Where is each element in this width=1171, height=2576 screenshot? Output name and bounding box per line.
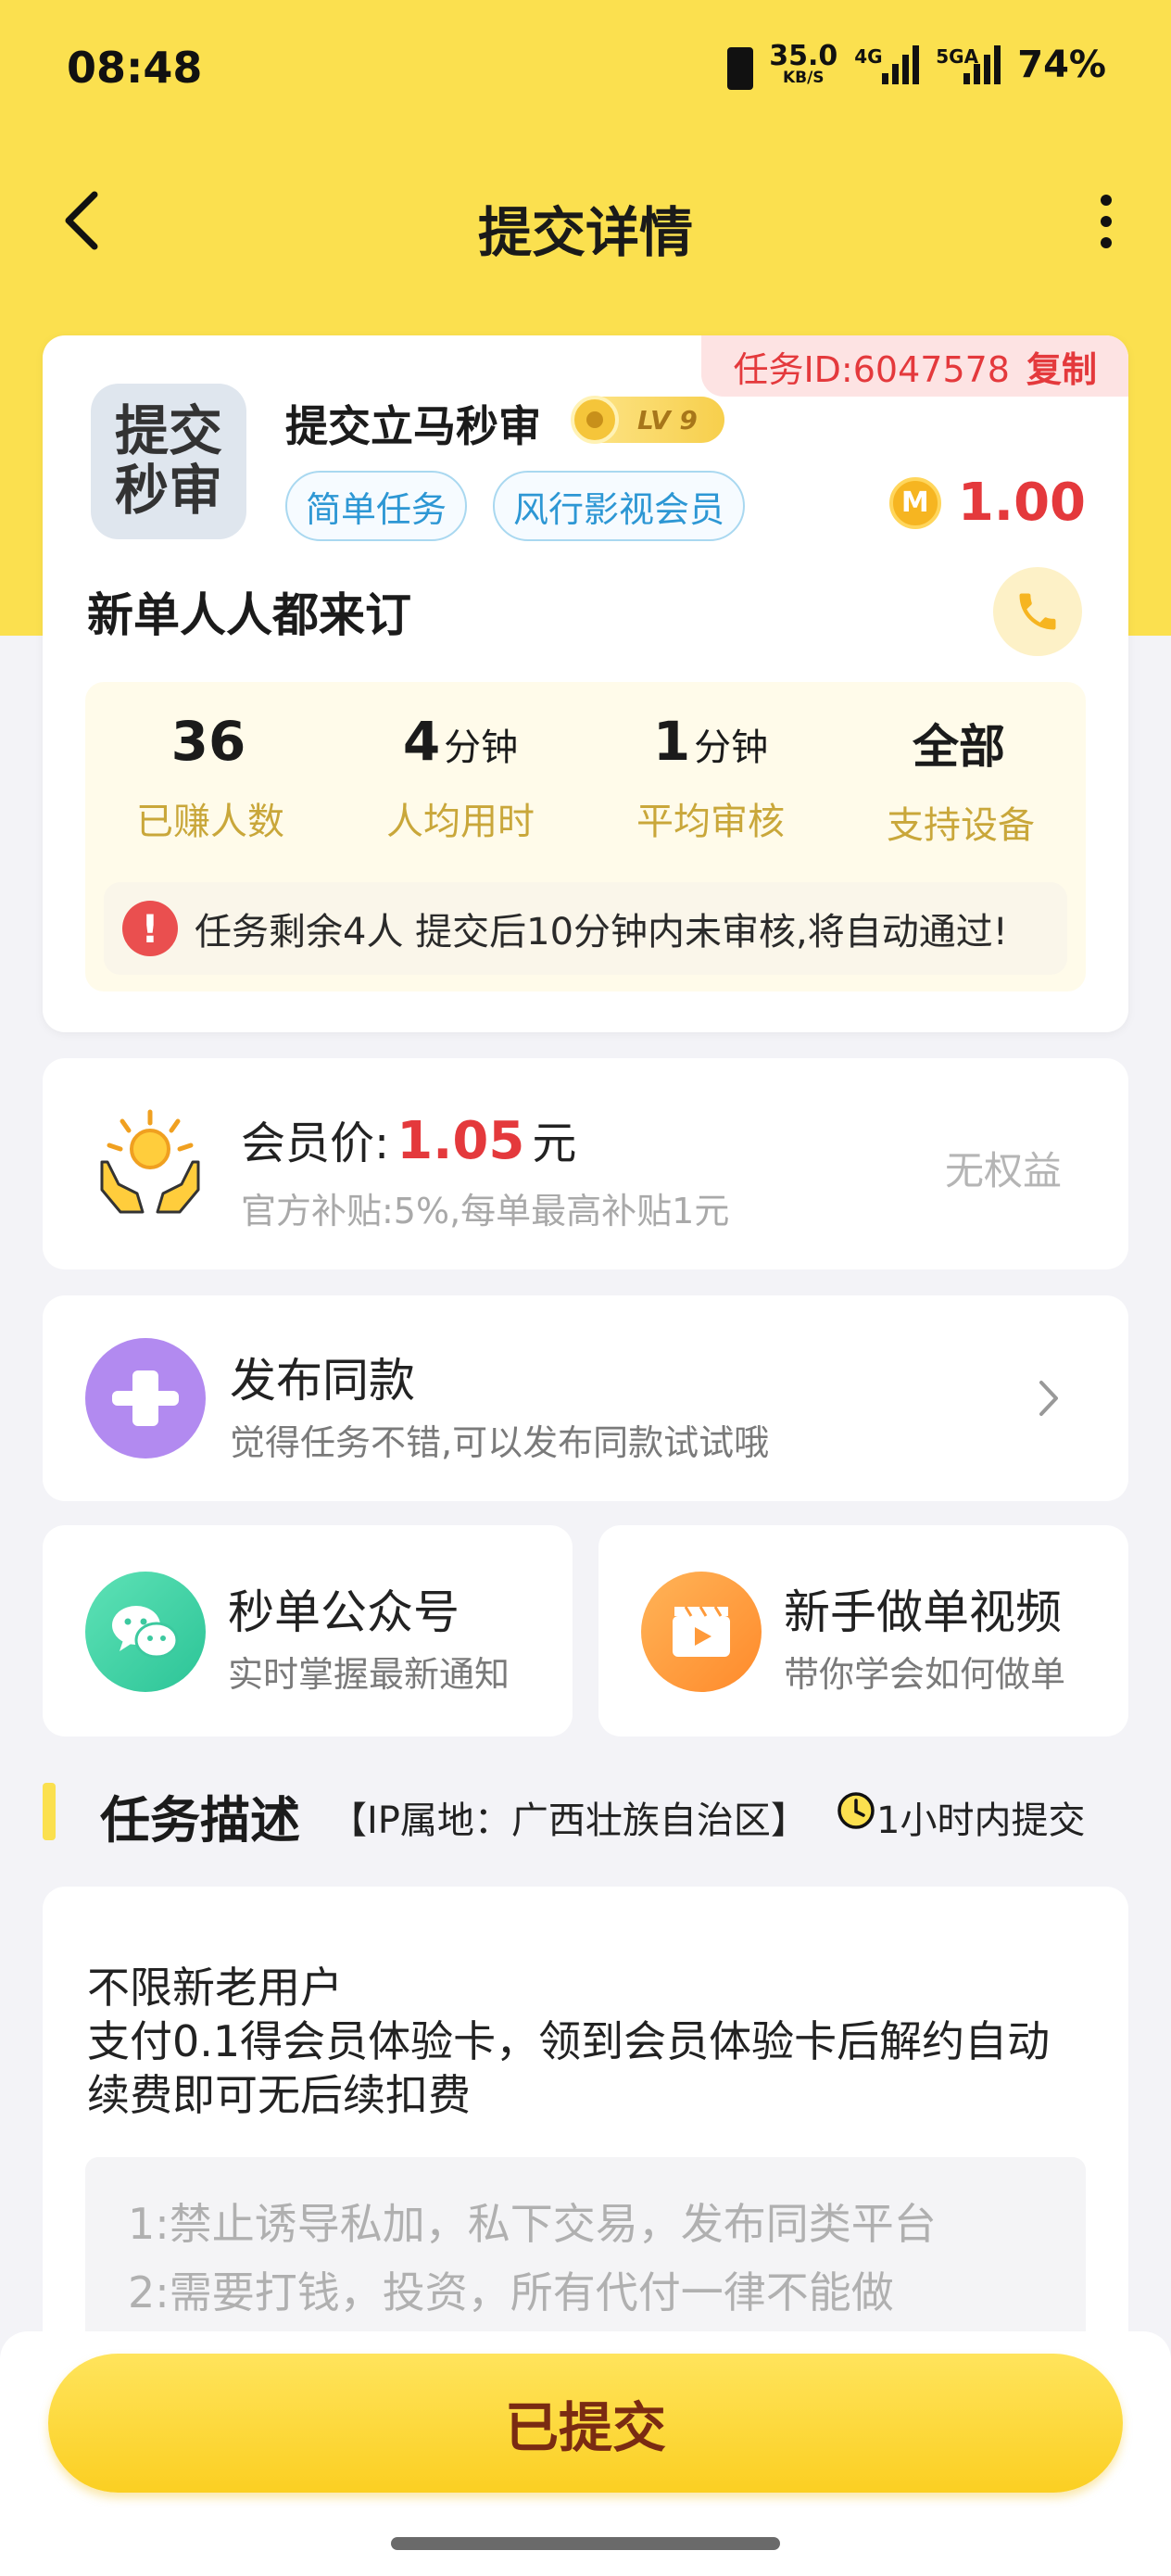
phone-icon: [1019, 593, 1056, 630]
member-label: 会员价:: [241, 1118, 390, 1169]
signal-icon-2: 5GA: [936, 44, 1001, 84]
description-text: 不限新老用户 支付0.1得会员体验卡，领到会员体验卡后解约自动续费即可无后续扣费: [87, 1961, 1088, 2122]
level-text: LV 9: [637, 404, 698, 436]
member-price: 1.05: [397, 1111, 525, 1171]
task-id: 任务ID:6047578: [733, 348, 1010, 390]
plus-icon: [85, 1338, 206, 1458]
video-subtitle: 带你学会如何做单: [784, 1654, 1066, 1695]
warning-icon: !: [122, 901, 178, 956]
submitted-button[interactable]: 已提交: [48, 2354, 1123, 2493]
stats-box: 36 已赚人数 4 分钟 人均用时 1 分钟 平均审核 全部 支持设备 ! 任务剩余…: [85, 682, 1086, 991]
stat-devices: 全部 支持设备: [836, 710, 1086, 849]
member-benefit: 无权益: [944, 1148, 1062, 1193]
stat-value: 1: [652, 710, 691, 773]
stat-value: 4: [402, 710, 441, 773]
status-time: 08:48: [67, 43, 203, 93]
stat-value: 全部: [913, 720, 1005, 774]
submit-time-limit: 1小时内提交: [876, 1799, 1086, 1842]
member-unit: 元: [532, 1118, 577, 1169]
net-speed-value: 35.0: [769, 40, 838, 72]
clock-icon: [837, 1792, 875, 1829]
stat-avg-time: 4 分钟 人均用时: [335, 710, 586, 845]
wechat-account-card[interactable]: 秒单公众号 实时掌握最新通知: [43, 1525, 573, 1736]
tag-category: 风行影视会员: [493, 471, 746, 541]
task-name: 提交立马秒审: [285, 401, 541, 451]
stat-label: 已赚人数: [136, 801, 284, 843]
task-card: 任务ID:6047578 复制 提交秒审 提交立马秒审 LV 9 简单任务 风行…: [43, 335, 1128, 1032]
notice-text: 任务剩余4人 提交后10分钟内未审核,将自动通过!: [195, 911, 1008, 953]
reward-value: 1.00: [957, 473, 1086, 533]
ip-location: 【IP属地：广西壮族自治区】: [330, 1799, 808, 1842]
section-accent-bar: [43, 1783, 56, 1840]
video-icon: [641, 1572, 762, 1692]
status-bar: 08:48 35.0 KB/S 4G 5GA 74%: [0, 0, 1171, 139]
signal-label-2: 5GA: [936, 44, 979, 68]
member-price-line: 会员价: 1.05 元: [241, 1106, 576, 1171]
level-badge: LV 9: [571, 396, 724, 444]
task-id-tag: 任务ID:6047578 复制: [701, 335, 1128, 397]
coin-icon: M: [888, 476, 941, 529]
status-indicators: 35.0 KB/S 4G 5GA 74%: [719, 43, 1106, 90]
description-line-2: 支付0.1得会员体验卡，领到会员体验卡后解约自动续费即可无后续扣费: [87, 2016, 1051, 2120]
wechat-icon: [85, 1572, 206, 1692]
nav-bar: 提交详情: [0, 167, 1171, 278]
video-title: 新手做单视频: [784, 1585, 1062, 1639]
publish-title: 发布同款: [230, 1354, 415, 1408]
member-subsidy: 官方补贴:5%,每单最高补贴1元: [241, 1191, 730, 1231]
sun-hands-icon: [100, 1109, 200, 1214]
more-vertical-icon[interactable]: [1088, 189, 1125, 254]
stat-avg-review: 1 分钟 平均审核: [586, 710, 836, 845]
task-notice: ! 任务剩余4人 提交后10分钟内未审核,将自动通过!: [104, 882, 1067, 975]
medal-icon: [571, 396, 619, 444]
avatar-text: 提交秒审: [114, 399, 222, 522]
vibrate-icon: [719, 44, 754, 90]
stat-earners: 36 已赚人数: [85, 710, 335, 845]
publish-subtitle: 觉得任务不错,可以发布同款试试哦: [230, 1422, 770, 1463]
stat-label: 支持设备: [887, 804, 1035, 847]
publish-same-card[interactable]: 发布同款 觉得任务不错,可以发布同款试试哦: [43, 1295, 1128, 1501]
network-speed: 35.0 KB/S: [769, 43, 837, 86]
description-line-1: 不限新老用户: [87, 1963, 343, 2013]
page-title: 提交详情: [477, 201, 693, 264]
stat-label: 人均用时: [386, 801, 535, 843]
net-speed-unit: KB/S: [782, 69, 825, 87]
member-price-card[interactable]: 会员价: 1.05 元 官方补贴:5%,每单最高补贴1元 无权益: [43, 1058, 1128, 1269]
task-avatar: 提交秒审: [91, 384, 246, 539]
stat-label: 平均审核: [636, 801, 785, 843]
copy-id-button[interactable]: 复制: [1026, 341, 1097, 392]
tag-simple-task: 简单任务: [285, 471, 468, 541]
stat-unit: 分钟: [444, 726, 519, 769]
task-reward: M 1.00: [888, 473, 1086, 533]
phone-button[interactable]: [993, 567, 1082, 656]
wechat-subtitle: 实时掌握最新通知: [228, 1654, 510, 1695]
home-indicator[interactable]: [391, 2537, 780, 2550]
chevron-right-icon: [1039, 1381, 1058, 1416]
stat-unit: 分钟: [694, 726, 769, 769]
task-subtitle: 新单人人都来订: [87, 588, 411, 642]
rule-item: 2:需要打钱，投资，所有代付一律不能做: [128, 2267, 894, 2317]
task-description-header: 任务描述 【IP属地：广西壮族自治区】 1小时内提交: [43, 1775, 1128, 1850]
signal-label-1: 4G: [854, 44, 883, 68]
section-title: 任务描述: [100, 1791, 300, 1850]
stat-value: 36: [170, 710, 246, 773]
tutorial-video-card[interactable]: 新手做单视频 带你学会如何做单: [598, 1525, 1128, 1736]
wechat-title: 秒单公众号: [228, 1585, 460, 1639]
signal-icon-1: 4G: [854, 44, 920, 84]
battery-level: 74%: [1017, 43, 1106, 86]
rule-item: 1:禁止诱导私加，私下交易，发布同类平台: [128, 2199, 937, 2249]
